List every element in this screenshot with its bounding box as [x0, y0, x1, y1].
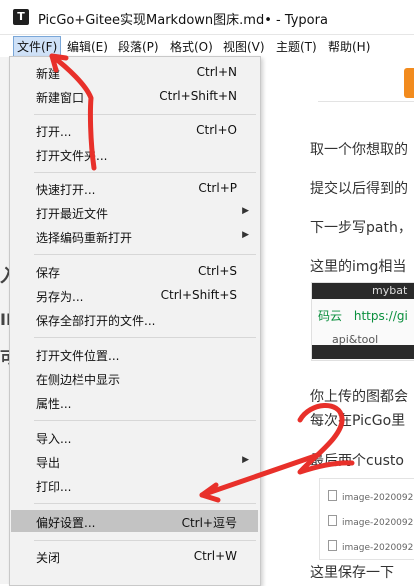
menu-item-export[interactable]: 导出 ▶ [11, 450, 258, 472]
menu-separator [34, 114, 256, 115]
menu-item-shortcut: Ctrl+逗号 [181, 516, 237, 530]
menu-separator [34, 254, 256, 255]
menu-item-label: 另存为... [36, 290, 84, 304]
menu-separator [34, 503, 256, 504]
menu-separator [34, 172, 256, 173]
menu-item-print[interactable]: 打印... [11, 474, 258, 496]
menu-item-shortcut: Ctrl+Shift+S [160, 288, 237, 302]
file-row: image-2020092120 [328, 515, 414, 528]
menu-separator [34, 420, 256, 421]
gitee-url: https://gi [353, 309, 408, 323]
menu-format[interactable]: 格式(O) [170, 38, 213, 55]
menu-item-shortcut: Ctrl+P [198, 181, 237, 195]
gitee-url-row: 码云 https://gi [318, 307, 408, 324]
menu-item-save[interactable]: 保存 Ctrl+S [11, 260, 258, 282]
menu-item-shortcut: Ctrl+O [196, 123, 237, 137]
menu-separator [34, 337, 256, 338]
submenu-arrow-icon: ▶ [242, 206, 249, 216]
menu-item-open-location[interactable]: 打开文件位置... [11, 343, 258, 365]
menu-item-open-recent[interactable]: 打开最近文件 ▶ [11, 201, 258, 223]
menu-separator [34, 540, 256, 541]
file-row: image-2020092209 [328, 540, 414, 553]
menu-bar: 文件(F) 编辑(E) 段落(P) 格式(O) 视图(V) 主题(T) 帮助(H… [0, 35, 414, 57]
menu-item-label: 导出 [36, 456, 61, 470]
menu-theme[interactable]: 主题(T) [276, 38, 317, 55]
menu-item-label: 保存全部打开的文件... [36, 314, 156, 328]
menu-item-import[interactable]: 导入... [11, 426, 258, 448]
menu-item-shortcut: Ctrl+Shift+N [159, 89, 237, 103]
doc-paragraph: 这里保存一下 [310, 565, 394, 581]
menu-item-label: 新建窗口 [36, 91, 85, 105]
menu-item-save-all[interactable]: 保存全部打开的文件... [11, 308, 258, 330]
file-menu: 新建 Ctrl+N 新建窗口 Ctrl+Shift+N 打开... Ctrl+O… [9, 56, 261, 586]
menu-item-label: 打开最近文件 [36, 207, 109, 221]
menu-item-close[interactable]: 关闭 Ctrl+W [11, 545, 258, 567]
menu-item-reopen-encoding[interactable]: 选择编码重新打开 ▶ [11, 225, 258, 247]
doc-paragraph: 这里的img相当 [310, 259, 407, 275]
menu-item-show-in-sidebar[interactable]: 在侧边栏中显示 [11, 367, 258, 389]
menu-item-shortcut: Ctrl+S [197, 264, 237, 278]
doc-paragraph: 提交以后得到的 [310, 181, 408, 197]
doc-paragraph: 下一步写path， [310, 220, 412, 236]
menu-file[interactable]: 文件(F) [13, 36, 62, 57]
menu-item-properties[interactable]: 属性... [11, 391, 258, 413]
dark-bar-text: mybat [372, 284, 408, 297]
menu-item-label: 在侧边栏中显示 [36, 373, 121, 387]
menu-item-label: 导入... [36, 432, 72, 446]
menu-item-label: 快速打开... [36, 183, 96, 197]
embedded-screenshot: mybat 码云 https://gi api&tool [311, 282, 414, 361]
divider [318, 101, 414, 102]
menu-item-shortcut: Ctrl+N [196, 65, 237, 79]
menu-item-quick-open[interactable]: 快速打开... Ctrl+P [11, 177, 258, 199]
doc-paragraph: 取一个你想取的 [310, 142, 408, 158]
title-bar: T PicGo+Gitee实现Markdown图床.md• - Typora [0, 0, 414, 35]
menu-item-label: 关闭 [36, 551, 61, 565]
menu-item-label: 打开... [36, 125, 72, 139]
typora-app-icon: T [13, 9, 29, 25]
menu-help[interactable]: 帮助(H) [328, 38, 370, 55]
menu-item-label: 打印... [36, 480, 72, 494]
file-row: image-2020092119 [328, 490, 414, 503]
menu-item-open[interactable]: 打开... Ctrl+O [11, 119, 258, 141]
embedded-file-list: image-2020092119 image-2020092120 image-… [319, 478, 414, 560]
menu-item-label: 打开文件夹... [36, 149, 108, 163]
menu-item-new-window[interactable]: 新建窗口 Ctrl+Shift+N [11, 85, 258, 107]
menu-item-label: 保存 [36, 266, 61, 280]
menu-edit[interactable]: 编辑(E) [67, 38, 108, 55]
menu-item-save-as[interactable]: 另存为... Ctrl+Shift+S [11, 284, 258, 306]
menu-item-open-folder[interactable]: 打开文件夹... [11, 143, 258, 165]
gitee-site-label: 码云 [318, 309, 343, 323]
orange-button-edge[interactable] [404, 68, 414, 98]
submenu-arrow-icon: ▶ [242, 455, 249, 465]
window-title: PicGo+Gitee实现Markdown图床.md• - Typora [38, 13, 328, 28]
menu-item-label: 偏好设置... [36, 516, 96, 530]
menu-item-label: 选择编码重新打开 [36, 231, 133, 245]
menu-item-shortcut: Ctrl+W [193, 549, 237, 563]
submenu-arrow-icon: ▶ [242, 230, 249, 240]
menu-view[interactable]: 视图(V) [223, 38, 265, 55]
menu-paragraph[interactable]: 段落(P) [118, 38, 159, 55]
menu-item-label: 打开文件位置... [36, 349, 120, 363]
doc-paragraph: 每次在PicGo里 [310, 413, 406, 429]
menu-item-preferences[interactable]: 偏好设置... Ctrl+逗号 [11, 510, 258, 532]
menu-item-new[interactable]: 新建 Ctrl+N [11, 61, 258, 83]
menu-item-label: 属性... [36, 397, 72, 411]
menu-item-label: 新建 [36, 67, 61, 81]
doc-paragraph: 你上传的图都会 [310, 389, 408, 405]
doc-paragraph: 最后两个custo [310, 453, 404, 469]
